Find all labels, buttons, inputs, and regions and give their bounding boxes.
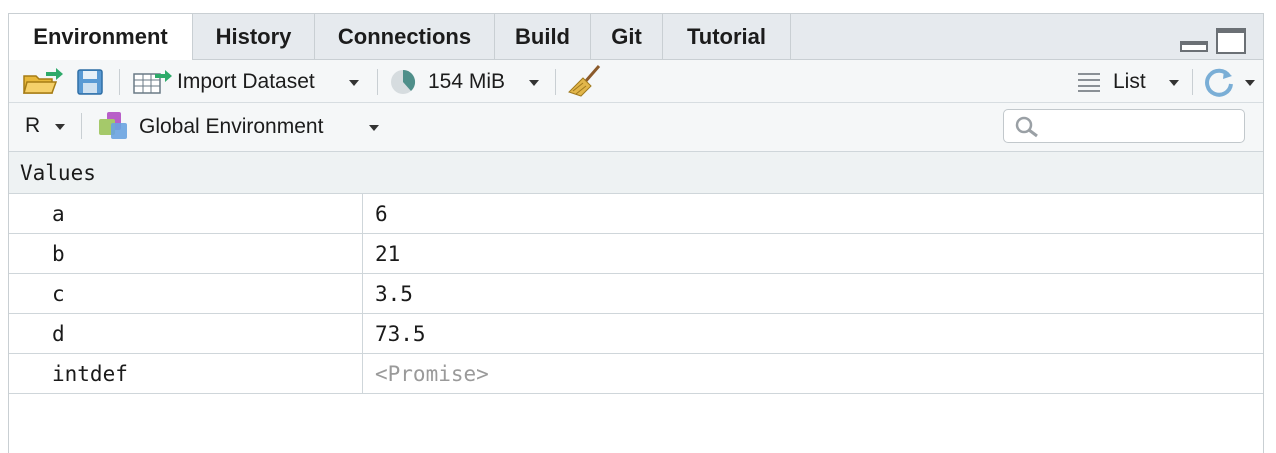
refresh-icon [1205,68,1233,97]
tab-bar: Environment History Connections Build Gi… [9,14,1263,61]
memory-pie-icon [391,69,416,94]
column-divider [362,354,363,394]
view-mode-button[interactable]: List [1077,68,1181,96]
maximize-icon[interactable] [1216,28,1246,54]
environment-toolbar: Import Dataset 154 MiB List [9,60,1263,103]
variable-value: <Promise> [375,362,489,386]
column-divider [362,194,363,234]
table-row[interactable]: a 6 [9,194,1263,234]
import-dataset-icon [133,70,172,94]
environment-selector-bar: R Global Environment [9,103,1263,152]
import-dataset-button[interactable]: Import Dataset [133,68,365,96]
column-divider [362,234,363,274]
toolbar-separator [81,113,82,139]
table-row[interactable]: b 21 [9,234,1263,274]
search-input[interactable] [1003,109,1245,143]
chevron-down-icon [55,124,65,130]
memory-label: 154 MiB [428,70,506,93]
toolbar-separator [555,69,556,95]
variable-name: d [52,322,65,346]
toolbar-separator [377,69,378,95]
variable-name: a [52,202,65,226]
environment-selector[interactable]: Global Environment [97,111,379,143]
variable-value: 3.5 [375,282,413,306]
open-folder-icon[interactable] [22,68,64,96]
chevron-down-icon [369,125,379,131]
chevron-down-icon [1169,80,1179,86]
column-divider [362,274,363,314]
tab-environment[interactable]: Environment [9,14,193,61]
values-section-header[interactable]: Values [9,152,1263,194]
variable-name: intdef [52,362,128,386]
language-label: R [25,114,41,137]
tab-history[interactable]: History [193,14,315,60]
chevron-down-icon [1245,80,1255,86]
view-mode-label: List [1113,70,1146,93]
tab-tutorial[interactable]: Tutorial [663,14,791,60]
variable-value: 73.5 [375,322,426,346]
environment-label: Global Environment [139,115,324,138]
environment-icon [99,112,127,139]
broom-icon[interactable] [567,64,603,98]
toolbar-separator [119,69,120,95]
list-icon [1078,73,1100,92]
variable-value: 6 [375,202,388,226]
variable-value: 21 [375,242,401,266]
tab-git[interactable]: Git [591,14,663,60]
chevron-down-icon [349,80,359,86]
chevron-down-icon [529,80,539,86]
memory-usage-button[interactable]: 154 MiB [390,68,540,96]
table-row[interactable]: intdef <Promise> [9,354,1263,394]
variable-name: b [52,242,65,266]
variable-name: c [52,282,65,306]
toolbar-separator [1192,69,1193,95]
refresh-button[interactable] [1203,66,1257,98]
minimize-icon[interactable] [1180,38,1208,52]
search-icon [1015,116,1038,138]
table-row[interactable]: d 73.5 [9,314,1263,354]
import-dataset-label: Import Dataset [177,70,315,93]
environment-pane: Environment History Connections Build Gi… [8,13,1264,453]
column-divider [362,314,363,354]
save-icon[interactable] [77,69,103,95]
table-row[interactable]: c 3.5 [9,274,1263,314]
tab-build[interactable]: Build [495,14,591,60]
language-selector[interactable]: R [25,113,71,139]
tab-connections[interactable]: Connections [315,14,495,60]
